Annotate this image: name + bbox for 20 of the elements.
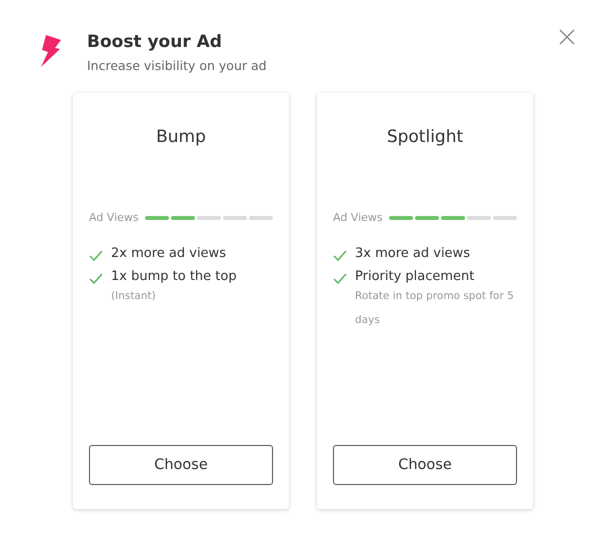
check-icon bbox=[89, 273, 103, 284]
close-icon[interactable] bbox=[559, 29, 575, 45]
feature-text: 3x more ad views bbox=[355, 246, 470, 261]
meter-label: Ad Views bbox=[333, 211, 383, 224]
choose-button[interactable]: Choose bbox=[333, 445, 517, 485]
plan-name: Bump bbox=[155, 127, 207, 147]
plan-name: Spotlight bbox=[386, 127, 464, 147]
meter-label: Ad Views bbox=[89, 211, 139, 224]
check-icon bbox=[89, 250, 103, 261]
check-icon bbox=[333, 273, 347, 284]
feature-note: (Instant) bbox=[111, 289, 157, 304]
choose-button[interactable]: Choose bbox=[89, 445, 273, 485]
feature-text: 2x more ad views bbox=[111, 246, 226, 261]
dialog-subtitle: Increase visibility on your ad bbox=[87, 58, 268, 73]
feature-note: Rotate in top promo spot for 5 days bbox=[355, 289, 515, 328]
feature-text: Priority placement bbox=[355, 269, 476, 284]
check-icon bbox=[333, 250, 347, 261]
dialog-title: Boost your Ad bbox=[87, 32, 223, 52]
feature-text: 1x bump to the top bbox=[111, 269, 237, 284]
lightning-icon bbox=[40, 35, 62, 67]
